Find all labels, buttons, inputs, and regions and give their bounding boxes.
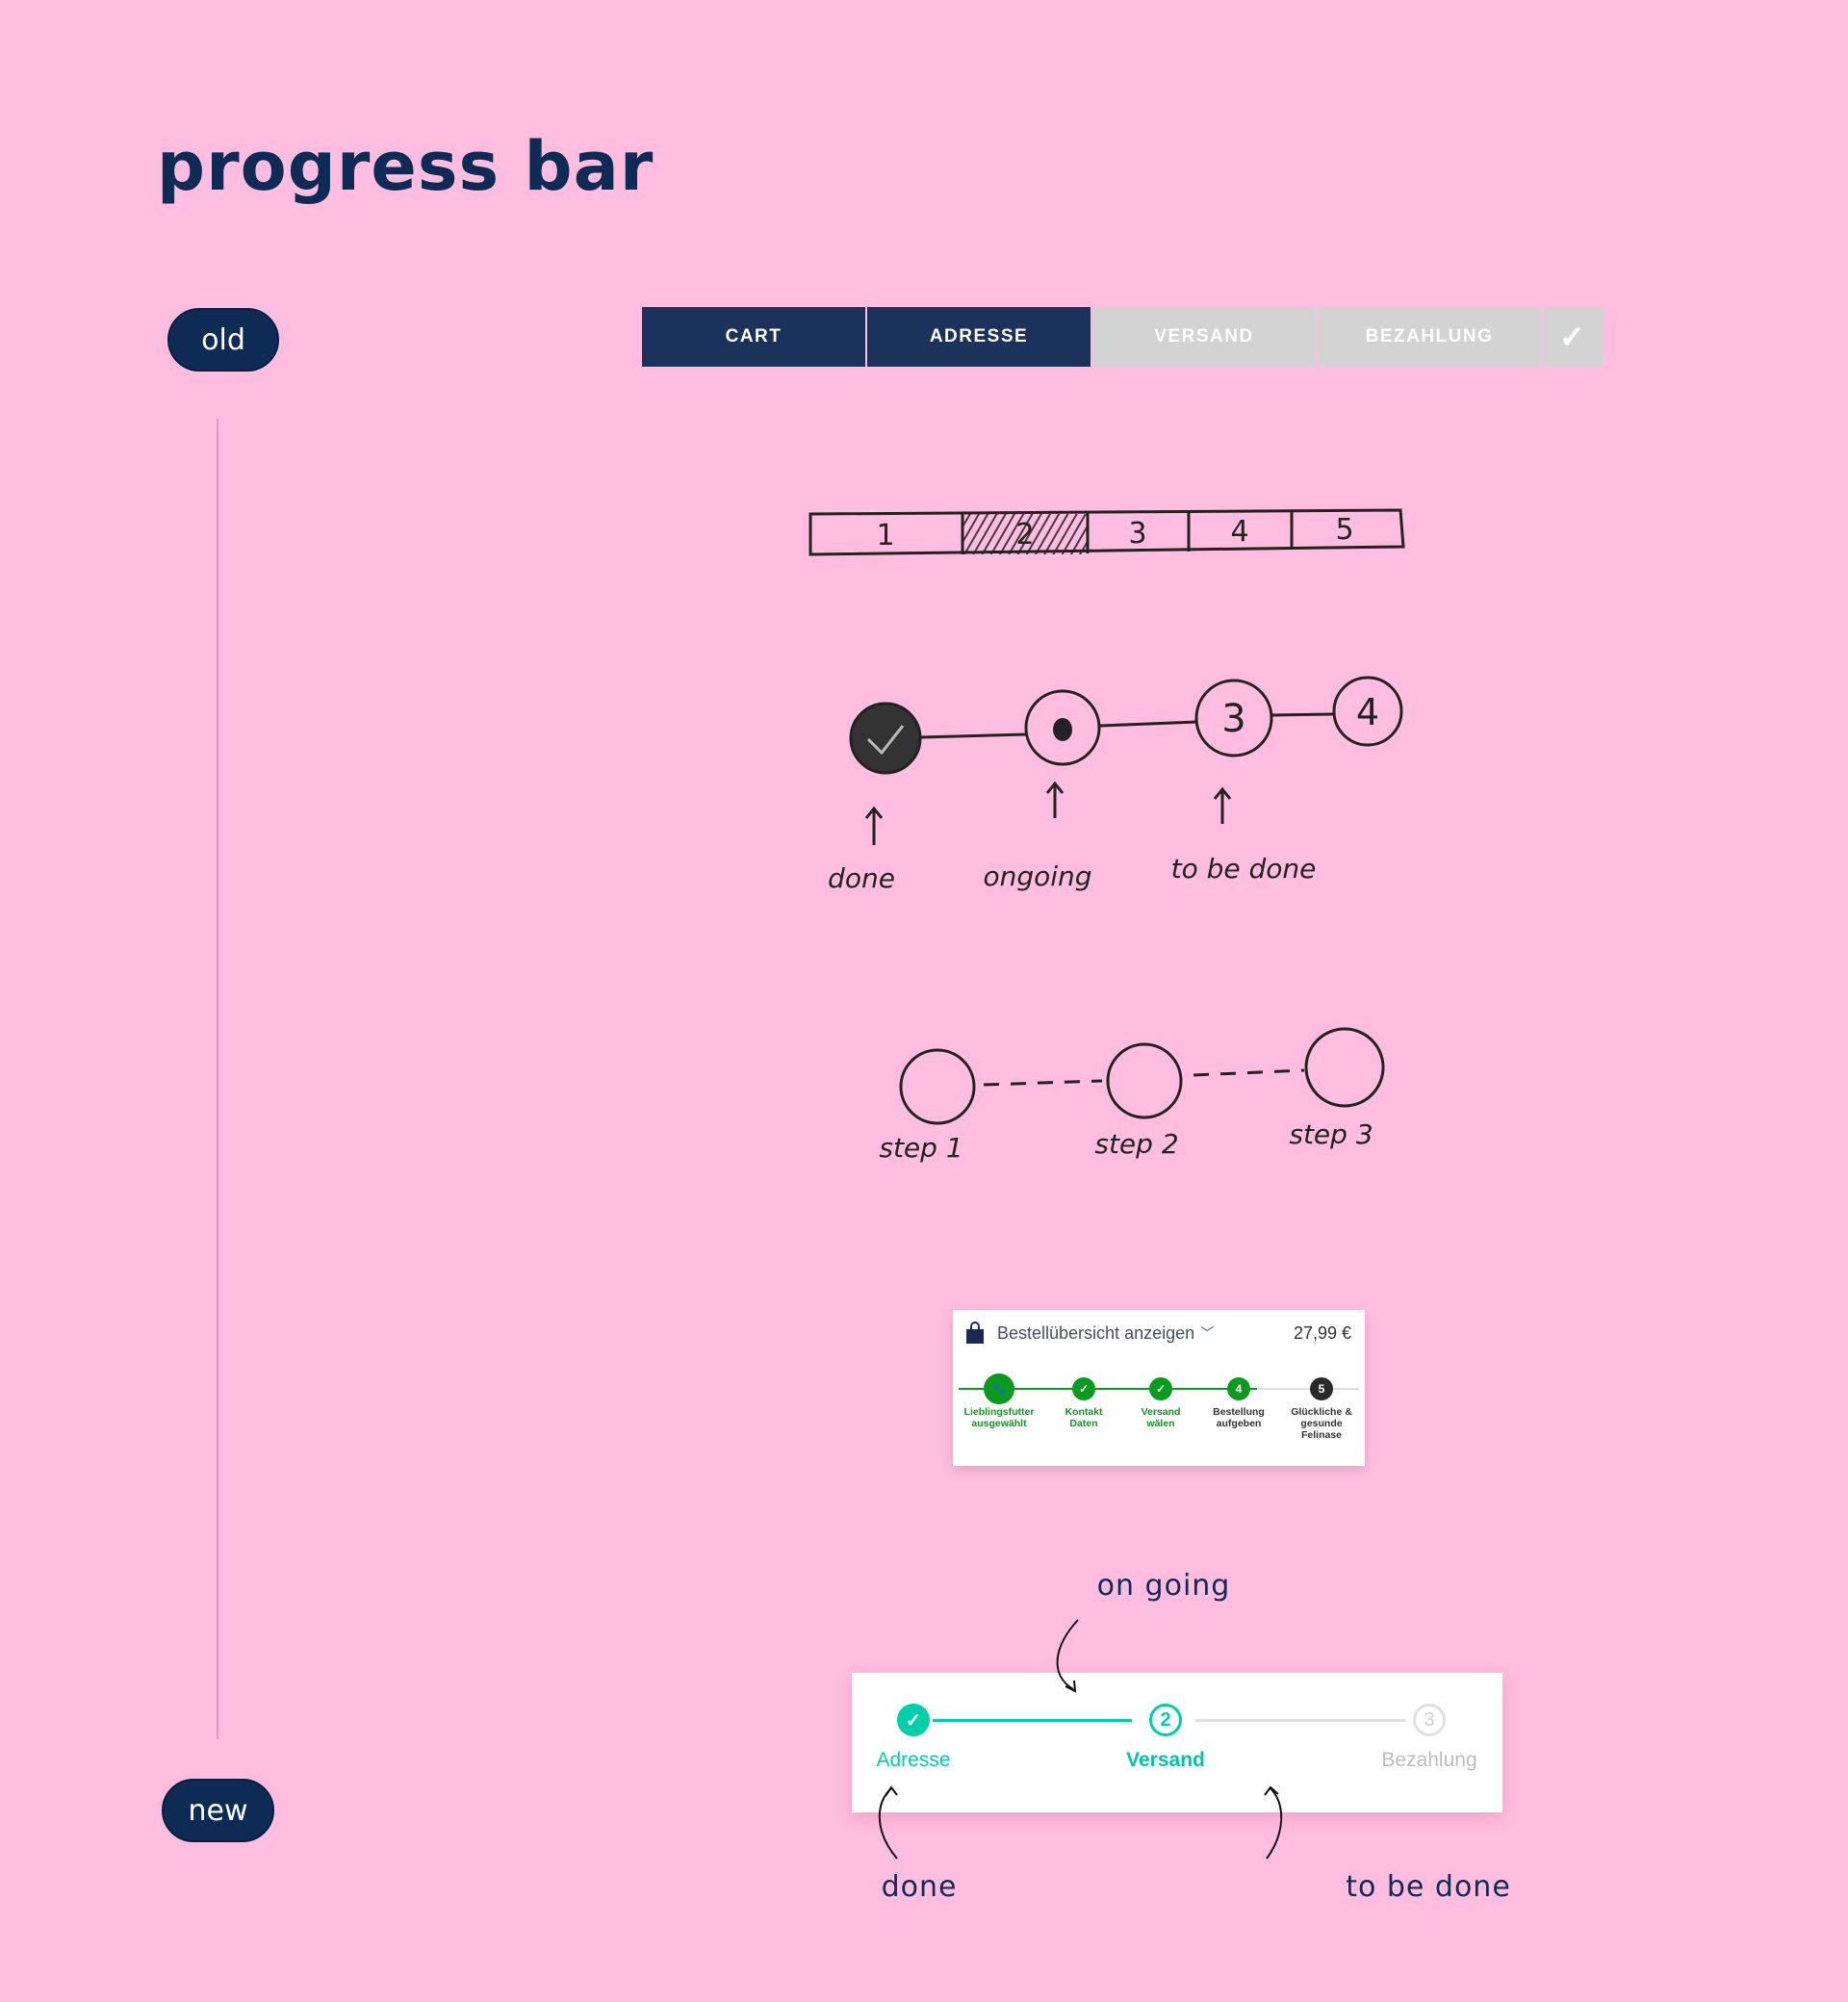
sketch-step-label: step 1 bbox=[879, 1132, 962, 1164]
sketch-annotation: to be done bbox=[1171, 853, 1317, 885]
sketch-done-circle bbox=[849, 702, 922, 775]
sketch-step: 3 bbox=[1128, 517, 1146, 551]
mini-step: ✓ Kontakt Daten bbox=[1040, 1377, 1127, 1429]
sketch-annotation: done bbox=[828, 862, 895, 894]
arrow-icon bbox=[879, 1787, 898, 1860]
old-label-pill: old bbox=[167, 308, 279, 372]
order-summary-toggle[interactable]: Bestellübersicht anzeigen bbox=[997, 1323, 1194, 1344]
reference-checkout-screenshot: Bestellübersicht anzeigen ﹀ 27,99 € 🐾 Li… bbox=[953, 1310, 1365, 1466]
annotation-to-be-done: to be done bbox=[1346, 1870, 1511, 1904]
sketch-step: 4 bbox=[1230, 515, 1248, 549]
old-step-adresse: ADRESSE bbox=[867, 307, 1091, 367]
old-step-cart: CART bbox=[642, 307, 865, 367]
paw-icon bbox=[1053, 718, 1072, 741]
check-icon: ✓ bbox=[1543, 307, 1603, 367]
mini-step: 🐾 Lieblingsfutter ausgewählt bbox=[956, 1373, 1042, 1429]
sketch-step-label: step 2 bbox=[1094, 1128, 1178, 1160]
check-icon: ✓ bbox=[1149, 1377, 1172, 1400]
mini-step: ✓ Versand wälen bbox=[1117, 1377, 1204, 1429]
annotation-done: done bbox=[881, 1870, 958, 1904]
sketch-step: 5 bbox=[1335, 513, 1353, 547]
order-price: 27,99 € bbox=[1293, 1322, 1351, 1343]
check-icon: ✓ bbox=[1072, 1377, 1095, 1400]
mini-step: 5 Glückliche & gesunde Felinase bbox=[1278, 1377, 1365, 1441]
sketch-step-label: step 3 bbox=[1289, 1118, 1373, 1150]
chevron-down-icon[interactable]: ﹀ bbox=[1200, 1323, 1214, 1343]
old-progress-bar: CART ADRESSE VERSAND BEZAHLUNG ✓ bbox=[642, 307, 1603, 367]
sketch-step: 2 bbox=[1015, 518, 1034, 552]
sketch-step: 4 bbox=[1356, 691, 1379, 733]
old-step-versand: VERSAND bbox=[1092, 307, 1316, 367]
arrow-icon bbox=[1266, 1787, 1283, 1860]
timeline-divider bbox=[217, 419, 218, 1739]
mini-step: 4 Bestellung aufgeben bbox=[1195, 1377, 1282, 1429]
old-step-bezahlung: BEZAHLUNG bbox=[1318, 307, 1541, 367]
annotation-arrows bbox=[879, 1619, 1283, 1860]
sketch-annotation: ongoing bbox=[983, 860, 1091, 892]
sketch-step: 3 bbox=[1221, 697, 1245, 741]
sketch-dashed-steps: step 1 step 2 step 3 bbox=[879, 1027, 1385, 1164]
shopping-bag-icon bbox=[966, 1322, 984, 1344]
sketch-circle-steps: 3 4 done ongoing to be done bbox=[828, 676, 1403, 894]
arrow-icon bbox=[1056, 1619, 1079, 1690]
page-title: progress bar bbox=[157, 127, 654, 206]
paw-icon: 🐾 bbox=[984, 1373, 1014, 1404]
sketch-step: 1 bbox=[876, 519, 894, 552]
new-label-pill: new bbox=[162, 1779, 274, 1842]
sketch-segmented-bar: 1 2 3 4 5 bbox=[808, 508, 1405, 556]
